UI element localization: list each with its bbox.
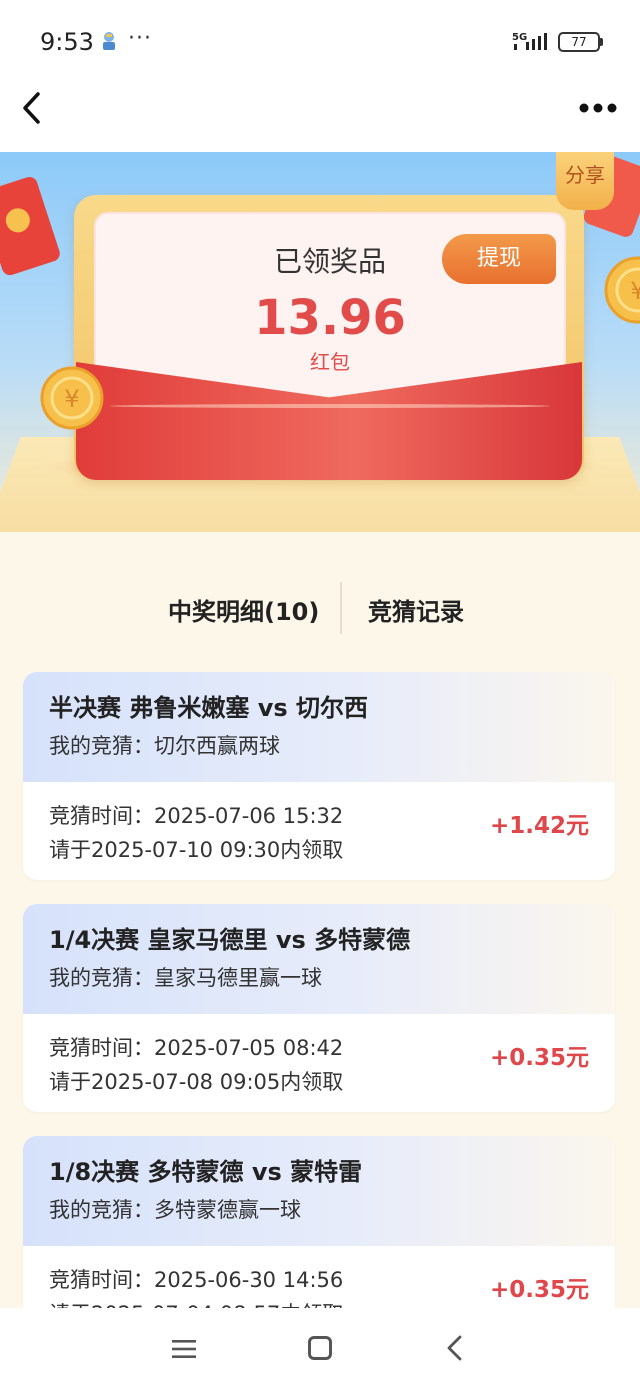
menu-icon[interactable] bbox=[172, 1338, 196, 1360]
coin-icon-right: ¥ bbox=[604, 256, 640, 324]
record-claim-deadline: 请于2025-07-10 09:30内领取 bbox=[49, 838, 344, 862]
record-guess: 我的竞猜：皇家马德里赢一球 bbox=[49, 966, 322, 990]
battery-icon: 77 bbox=[558, 32, 600, 52]
tab-prize-details[interactable]: 中奖明细(10) bbox=[168, 592, 319, 627]
record-match: 1/4决赛 皇家马德里 vs 多特蒙德 bbox=[49, 926, 411, 954]
prize-banner: 已领奖品 13.96 红包 提现 ¥ ¥ 分享 bbox=[0, 152, 640, 532]
record-claim-deadline: 请于2025-07-08 09:05内领取 bbox=[49, 1070, 344, 1094]
red-packet-decoration bbox=[0, 177, 60, 276]
share-button[interactable]: 分享 bbox=[556, 152, 614, 210]
tab-bar: 中奖明细(10) 竞猜记录 bbox=[0, 582, 640, 634]
battery-level: 77 bbox=[571, 35, 587, 49]
withdraw-button[interactable]: 提现 bbox=[442, 234, 556, 284]
prize-amount: 13.96 bbox=[254, 290, 406, 346]
record-guess: 我的竞猜：多特蒙德赢一球 bbox=[49, 1198, 301, 1222]
back-icon[interactable] bbox=[444, 1334, 466, 1362]
network-type: 5G bbox=[512, 32, 527, 43]
envelope-highlight bbox=[110, 404, 550, 408]
signal-icon: 5G bbox=[512, 32, 547, 50]
record-guess-time: 竞猜时间：2025-06-30 14:56 bbox=[49, 1268, 344, 1292]
more-dots-icon[interactable] bbox=[578, 96, 618, 116]
prize-unit: 红包 bbox=[310, 350, 350, 374]
status-bar: 9:53 ··· 5G 77 bbox=[0, 0, 640, 86]
status-time: 9:53 bbox=[40, 28, 94, 56]
nav-bar bbox=[0, 86, 640, 152]
tab-guess-records[interactable]: 竞猜记录 bbox=[368, 592, 464, 627]
svg-text:¥: ¥ bbox=[630, 277, 640, 305]
record-guess-time: 竞猜时间：2025-07-05 08:42 bbox=[49, 1036, 344, 1060]
record-match: 半决赛 弗鲁米嫩塞 vs 切尔西 bbox=[49, 694, 368, 722]
record-reward: +0.35元 bbox=[489, 1045, 589, 1071]
record-reward: +0.35元 bbox=[489, 1277, 589, 1303]
record-card[interactable]: 1/4决赛 皇家马德里 vs 多特蒙德 我的竞猜：皇家马德里赢一球 竞猜时间：2… bbox=[23, 904, 615, 1112]
battery-tip bbox=[600, 38, 603, 46]
record-card[interactable]: 半决赛 弗鲁米嫩塞 vs 切尔西 我的竞猜：切尔西赢两球 竞猜时间：2025-0… bbox=[23, 672, 615, 880]
record-reward: +1.42元 bbox=[489, 813, 589, 839]
status-more-indicator: ··· bbox=[128, 26, 152, 51]
svg-text:¥: ¥ bbox=[64, 385, 79, 413]
system-nav-bar bbox=[0, 1308, 640, 1386]
app-notification-icon bbox=[103, 32, 115, 50]
record-guess: 我的竞猜：切尔西赢两球 bbox=[49, 734, 280, 758]
coin-icon: ¥ bbox=[40, 366, 104, 430]
tab-divider bbox=[340, 582, 342, 634]
home-icon[interactable] bbox=[308, 1336, 332, 1360]
record-match: 1/8决赛 多特蒙德 vs 蒙特雷 bbox=[49, 1158, 363, 1186]
back-arrow-icon[interactable] bbox=[18, 88, 48, 128]
record-guess-time: 竞猜时间：2025-07-06 15:32 bbox=[49, 804, 344, 828]
